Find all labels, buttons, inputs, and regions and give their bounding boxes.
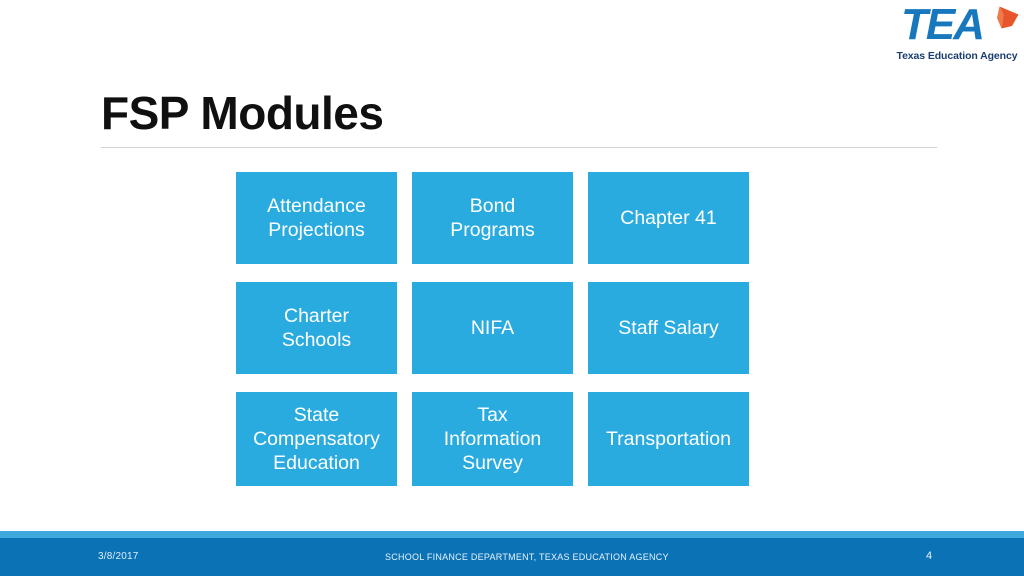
footer-accent-strip (0, 531, 1024, 538)
module-tile-tax-information-survey[interactable]: Tax Information Survey (412, 392, 573, 486)
module-grid: Attendance Projections Bond Programs Cha… (236, 172, 749, 490)
title-divider (101, 147, 937, 148)
page-title: FSP Modules (101, 87, 384, 139)
footer-page-number: 4 (926, 550, 933, 562)
module-tile-staff-salary[interactable]: Staff Salary (588, 282, 749, 374)
tea-logo-subtitle: Texas Education Agency (896, 50, 1018, 62)
footer-department-label: SCHOOL FINANCE DEPARTMENT, TEXAS EDUCATI… (385, 552, 669, 562)
module-tile-attendance-projections[interactable]: Attendance Projections (236, 172, 397, 264)
module-tile-nifa[interactable]: NIFA (412, 282, 573, 374)
slide-canvas: TEA Texas Education Agency FSP Modules A… (0, 0, 1024, 576)
module-tile-state-compensatory-education[interactable]: State Compensatory Education (236, 392, 397, 486)
module-tile-charter-schools[interactable]: Charter Schools (236, 282, 397, 374)
module-tile-bond-programs[interactable]: Bond Programs (412, 172, 573, 264)
footer-date: 3/8/2017 (98, 551, 139, 562)
tea-wordmark: TEA (901, 0, 985, 49)
module-tile-chapter-41[interactable]: Chapter 41 (588, 172, 749, 264)
tea-logo: TEA Texas Education Agency (893, 0, 1021, 70)
module-tile-transportation[interactable]: Transportation (588, 392, 749, 486)
tea-logo-mark: TEA (893, 0, 1021, 50)
graduation-cap-icon (997, 6, 1019, 29)
